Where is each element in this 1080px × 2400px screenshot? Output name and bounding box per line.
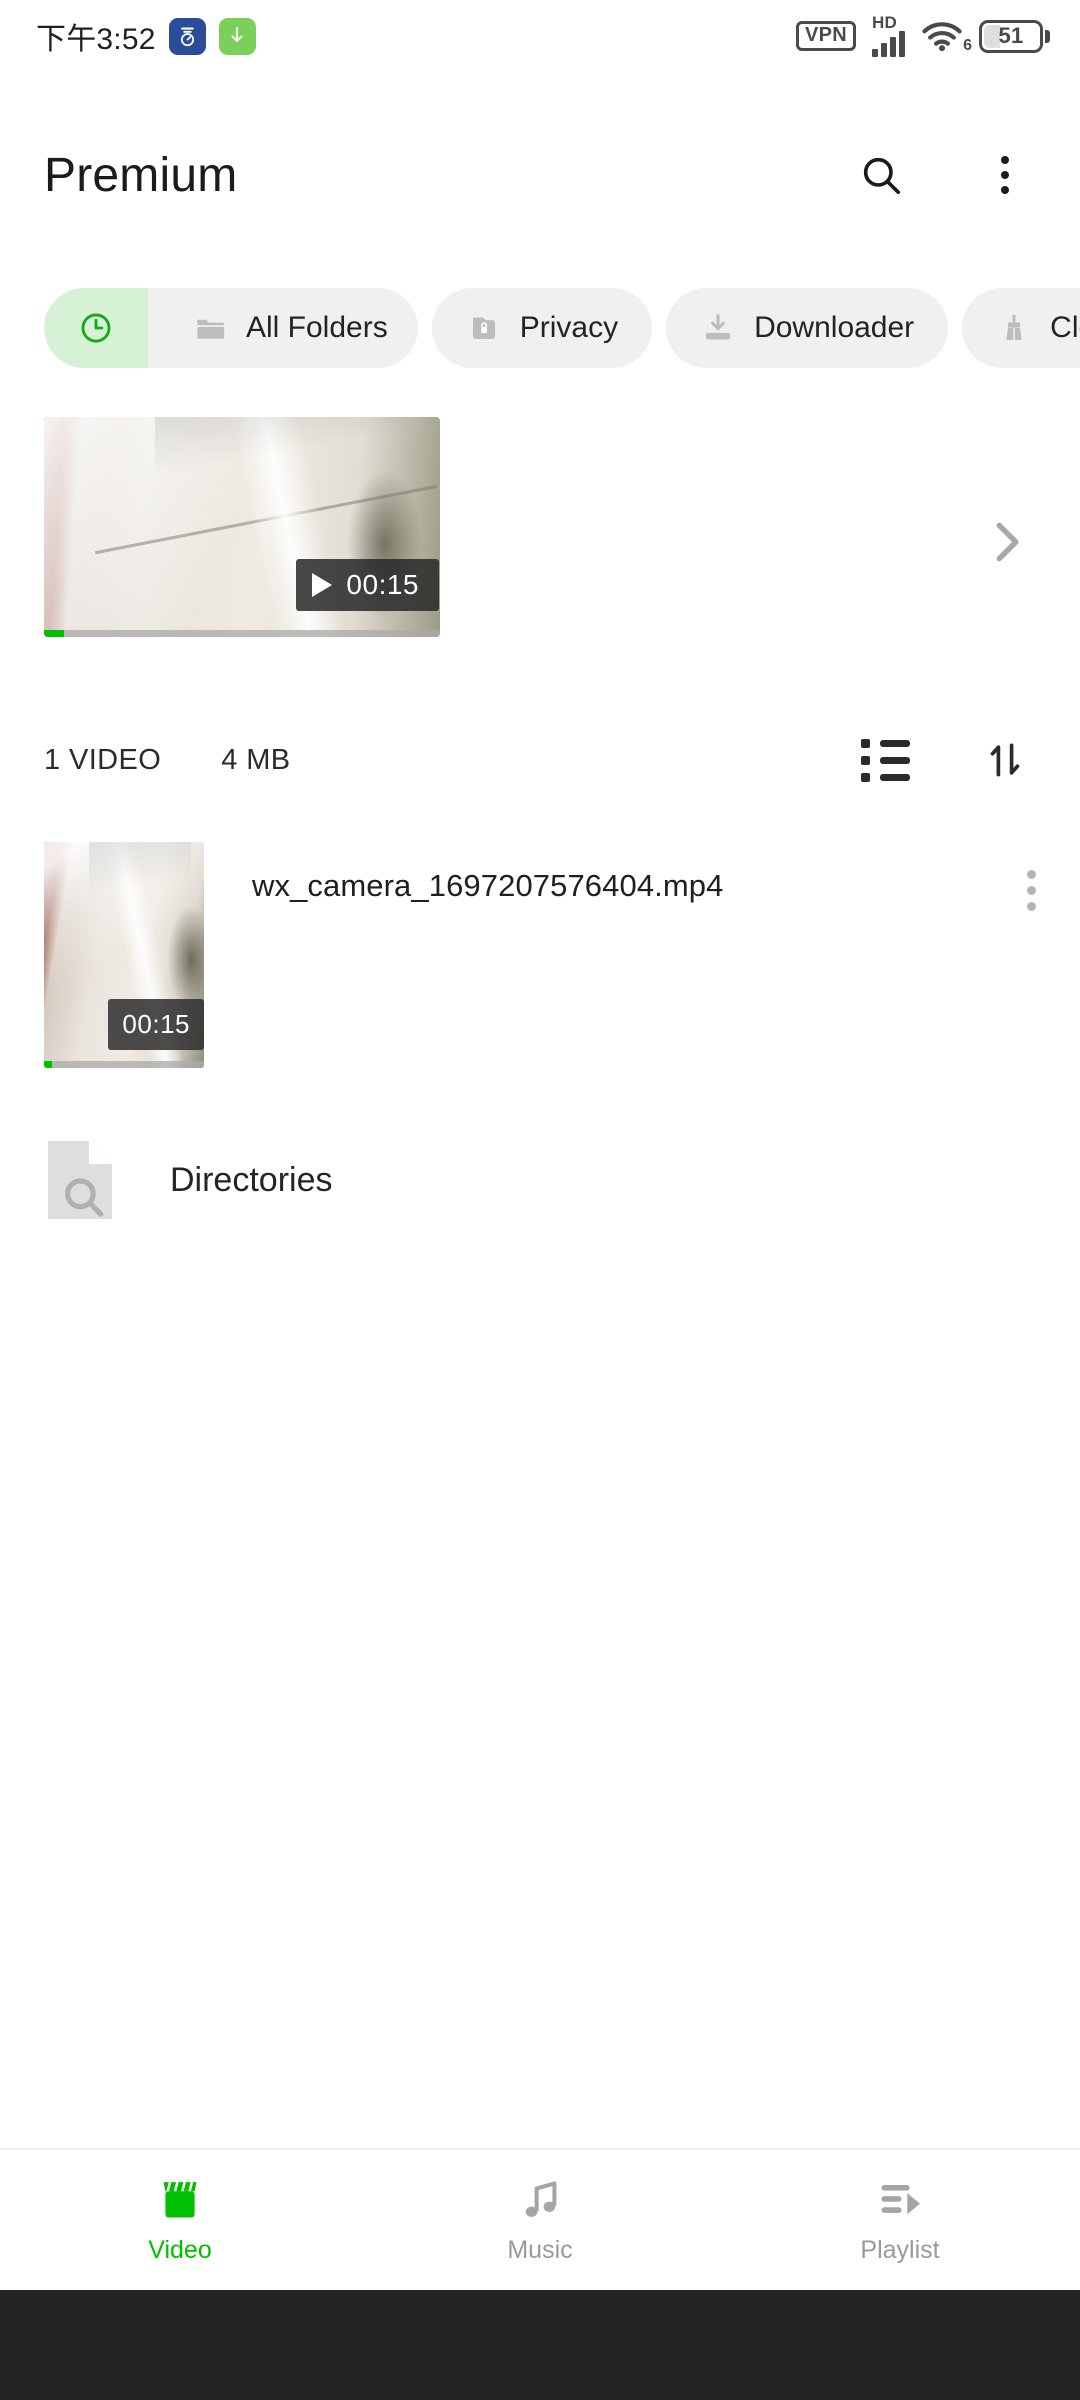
chip-recent[interactable] xyxy=(44,288,148,368)
library-summary-row: 1 VIDEO 4 MB xyxy=(0,725,1080,795)
app-screen: 下午3:52 VPN HD 6 51 Premium All Folders P… xyxy=(0,0,1080,2400)
watch-progress-track xyxy=(44,630,440,637)
more-vertical-icon[interactable] xyxy=(1027,870,1036,911)
search-icon[interactable] xyxy=(850,144,912,206)
nav-item-music[interactable]: Music xyxy=(360,2176,720,2265)
document-search-icon xyxy=(44,1137,116,1223)
list-item[interactable]: Directories xyxy=(0,1130,1080,1230)
signal-bars xyxy=(872,30,905,57)
library-actions xyxy=(854,729,1036,791)
clapperboard-icon xyxy=(155,2176,205,2224)
more-vertical-icon[interactable] xyxy=(974,144,1036,206)
watch-progress-fill xyxy=(44,630,64,637)
chip-all-folders[interactable]: All Folders xyxy=(166,288,418,368)
status-bar-right: VPN HD 6 51 xyxy=(795,13,1050,57)
chip-privacy[interactable]: Privacy xyxy=(431,288,653,368)
wifi-generation-label: 6 xyxy=(963,37,972,54)
bottom-navigation: Video Music Playlist xyxy=(0,2148,1080,2290)
nav-item-video-label: Video xyxy=(148,2235,212,2264)
nav-item-music-label: Music xyxy=(507,2235,573,2264)
system-gesture-bar xyxy=(0,2290,1080,2400)
app-bar-actions xyxy=(850,144,1036,206)
filter-chip-row[interactable]: All Folders Privacy Downloader Cl xyxy=(0,283,1080,373)
table-row[interactable]: 00:15 wx_camera_1697207576404.mp4 xyxy=(0,842,1080,1068)
chip-privacy-label: Privacy xyxy=(519,311,619,344)
music-note-icon xyxy=(516,2176,564,2224)
download-notification-icon xyxy=(218,17,256,55)
nav-item-playlist[interactable]: Playlist xyxy=(720,2176,1080,2265)
download-icon xyxy=(700,310,736,346)
list-item-thumbnail[interactable]: 00:15 xyxy=(44,842,204,1068)
directories-label: Directories xyxy=(170,1160,333,1199)
vpn-icon: VPN xyxy=(795,21,856,51)
status-clock: 下午3:52 xyxy=(36,23,156,56)
chip-all-folders-label: All Folders xyxy=(246,311,388,344)
status-bar-left: 下午3:52 xyxy=(36,14,256,58)
chip-downloader[interactable]: Downloader xyxy=(666,288,949,368)
chip-clean-label: Clean xyxy=(1050,311,1080,344)
clock-icon xyxy=(78,310,114,346)
duration-label: 00:15 xyxy=(346,569,419,600)
status-bar: 下午3:52 VPN HD 6 51 xyxy=(0,0,1080,72)
chip-clean[interactable]: Clean xyxy=(962,288,1080,368)
app-bar: Premium xyxy=(0,120,1080,230)
speed-meter-icon xyxy=(168,17,206,55)
watch-progress-track xyxy=(44,1061,204,1068)
battery-percent-label: 51 xyxy=(998,23,1024,48)
sort-icon[interactable] xyxy=(974,729,1036,791)
nav-item-playlist-label: Playlist xyxy=(860,2235,940,2264)
duration-label: 00:15 xyxy=(108,999,204,1050)
nav-item-video[interactable]: Video xyxy=(0,2176,360,2265)
video-count-label: 1 VIDEO xyxy=(44,743,162,776)
chip-group-recent-allfolders[interactable]: All Folders xyxy=(44,288,418,368)
broom-icon xyxy=(996,310,1032,346)
lock-folder-icon xyxy=(466,310,502,346)
chip-downloader-label: Downloader xyxy=(754,311,915,344)
play-icon xyxy=(312,573,333,597)
folder-icon xyxy=(192,310,228,346)
chevron-right-icon[interactable] xyxy=(976,512,1036,572)
total-size-label: 4 MB xyxy=(221,743,291,776)
page-title: Premium xyxy=(44,148,238,202)
list-view-icon[interactable] xyxy=(854,729,916,791)
wifi-icon: 6 xyxy=(921,20,972,54)
watch-progress-fill xyxy=(44,1061,52,1068)
duration-badge: 00:15 xyxy=(296,559,439,611)
recent-video-thumbnail[interactable]: 00:15 xyxy=(44,417,440,637)
file-name-label: wx_camera_1697207576404.mp4 xyxy=(252,868,724,903)
hd-label: HD xyxy=(872,13,897,32)
battery-icon: 51 xyxy=(979,19,1050,53)
cellular-signal-icon: HD xyxy=(872,13,905,57)
playlist-icon xyxy=(875,2176,925,2224)
